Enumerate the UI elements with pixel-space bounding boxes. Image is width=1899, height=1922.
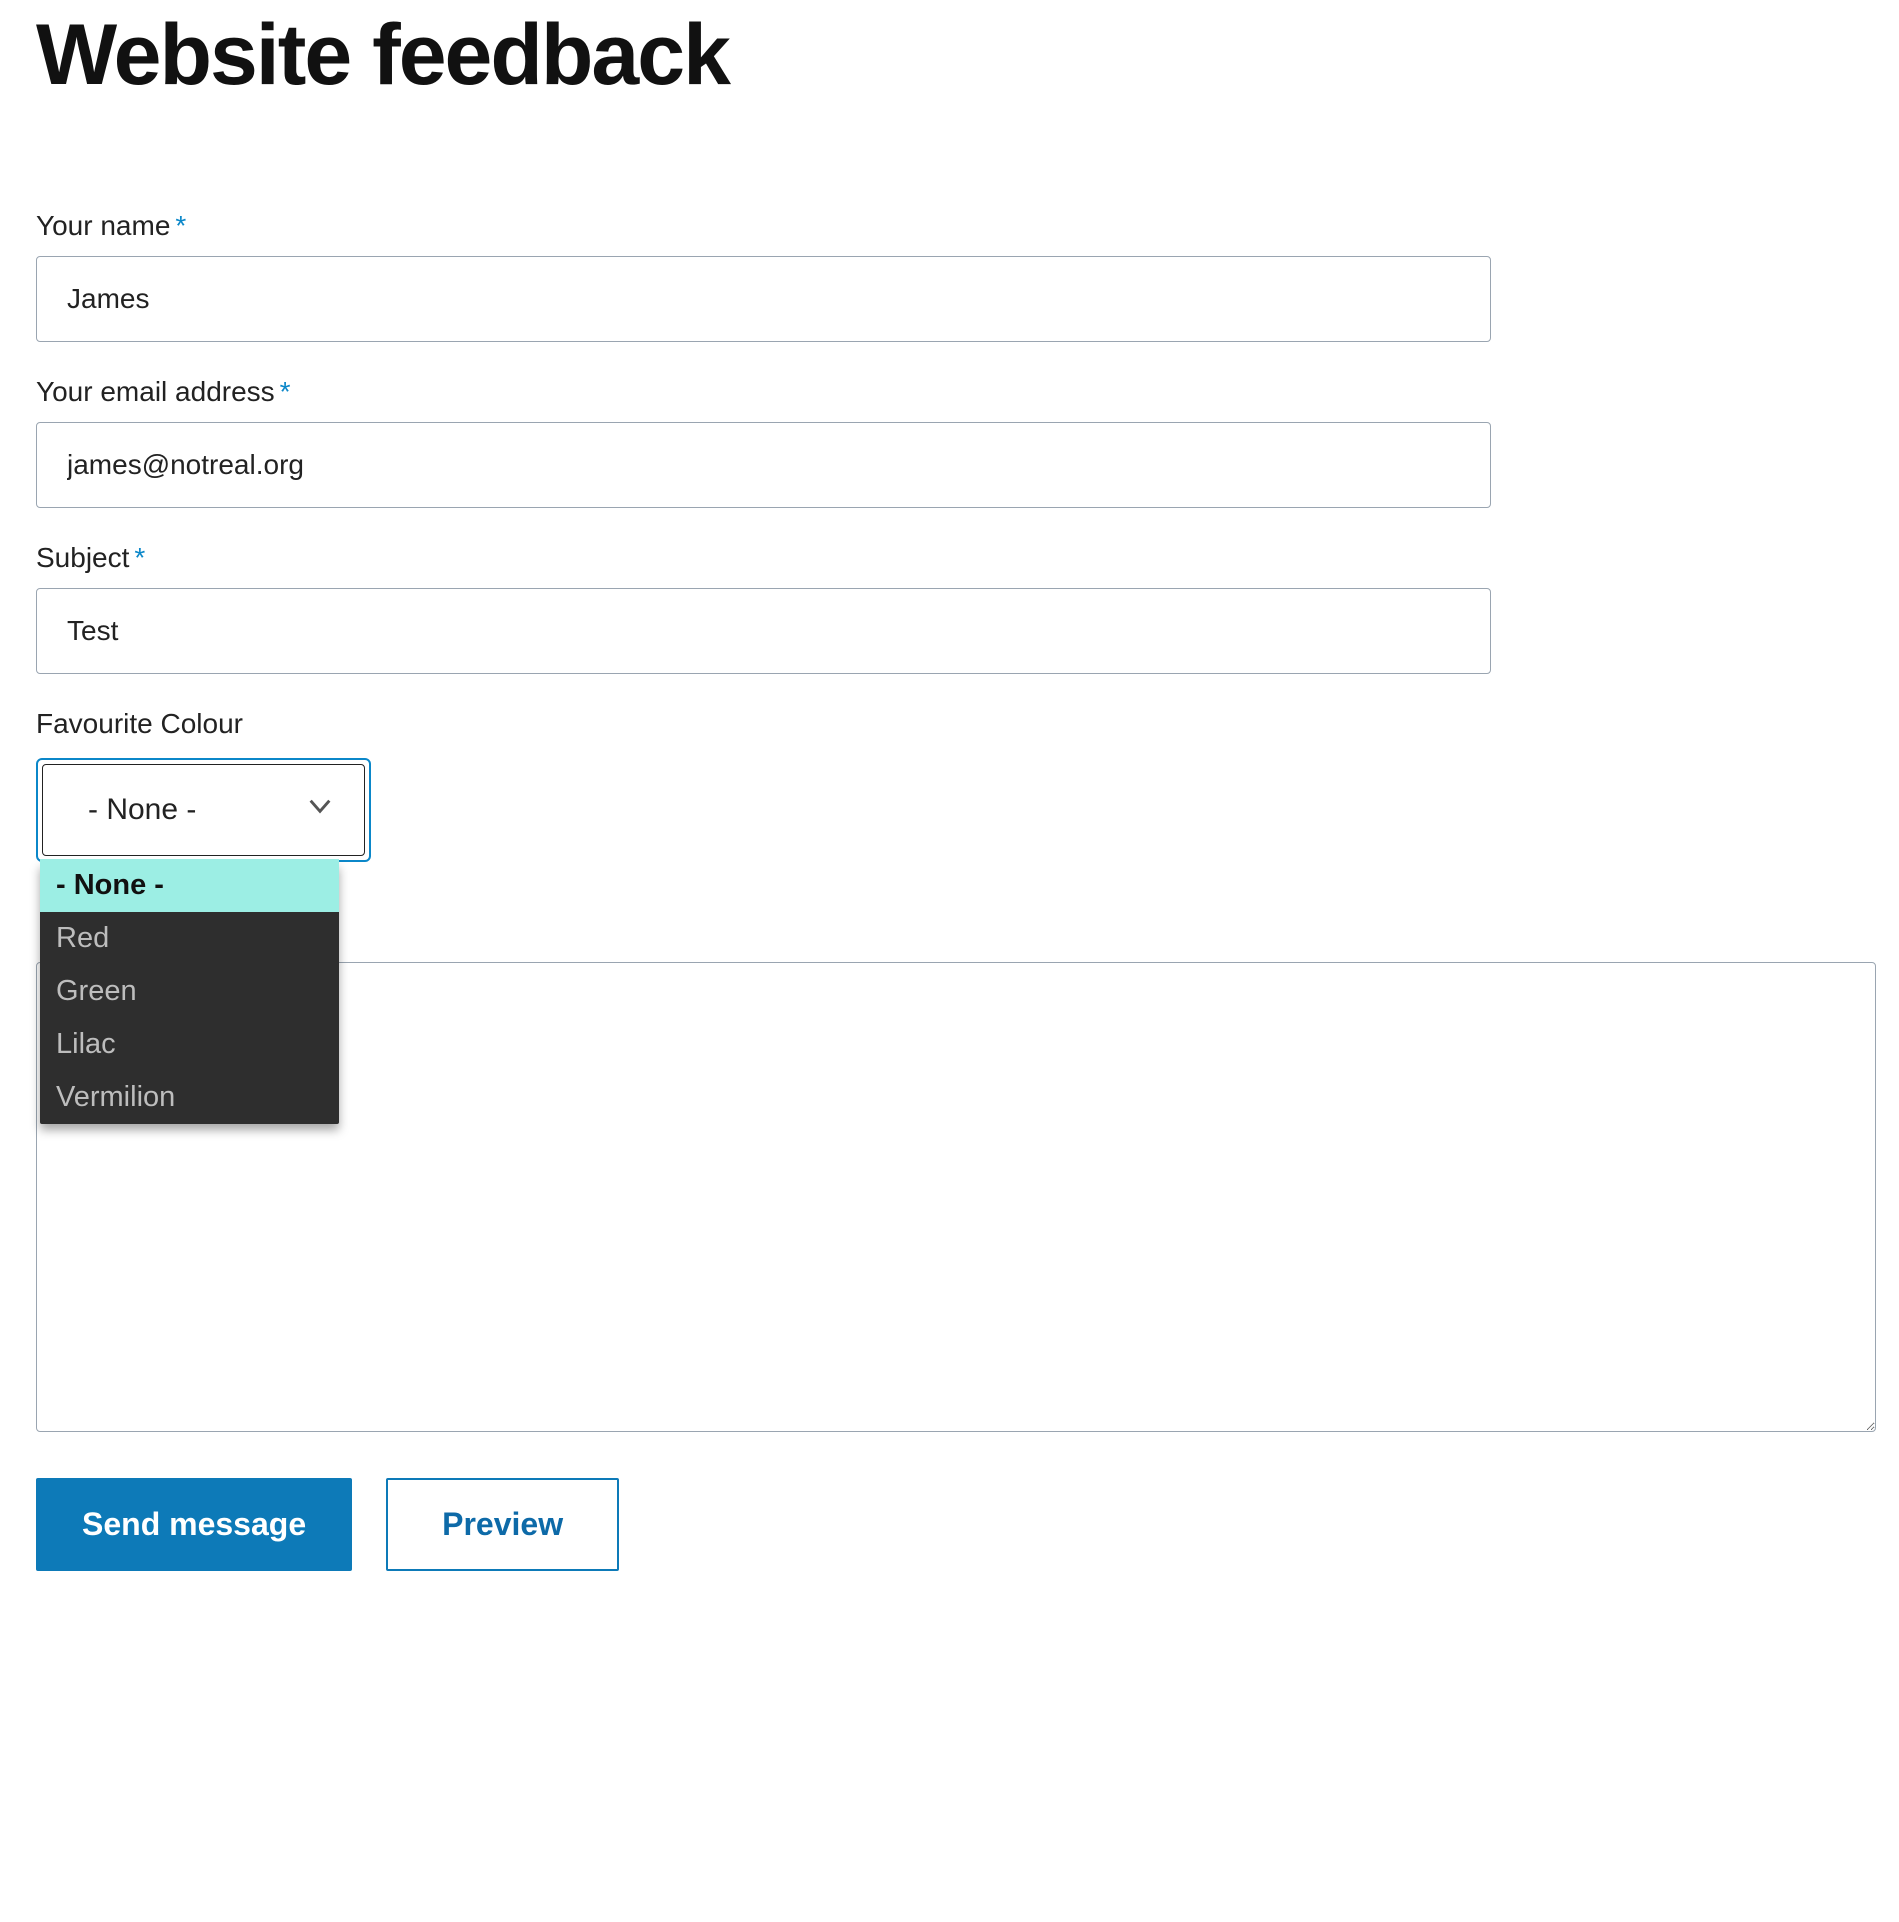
colour-select-focus-ring: - None - <box>36 758 371 862</box>
colour-option-red[interactable]: Red <box>40 912 339 965</box>
colour-label: Favourite Colour <box>36 708 1863 740</box>
colour-select[interactable]: - None - - None - Red Green Lilac Vermil… <box>36 758 371 862</box>
required-asterisk: * <box>134 542 145 573</box>
colour-option-vermilion[interactable]: Vermilion <box>40 1071 339 1124</box>
subject-input[interactable] <box>36 588 1491 674</box>
name-label: Your name* <box>36 210 1863 242</box>
feedback-page: Website feedback Your name* Your email a… <box>0 0 1899 1611</box>
form-actions: Send message Preview <box>36 1478 1863 1571</box>
email-label: Your email address* <box>36 376 1863 408</box>
preview-button[interactable]: Preview <box>386 1478 619 1571</box>
name-field-group: Your name* <box>36 210 1863 342</box>
email-label-text: Your email address <box>36 376 275 407</box>
subject-field-group: Subject* <box>36 542 1863 674</box>
colour-option-none[interactable]: - None - <box>40 859 339 912</box>
colour-field-group: Favourite Colour - None - - None - Red G… <box>36 708 1863 862</box>
name-label-text: Your name <box>36 210 170 241</box>
feedback-form: Your name* Your email address* Subject* … <box>36 210 1863 1571</box>
chevron-down-icon <box>304 790 336 830</box>
colour-select-button[interactable]: - None - <box>42 764 365 856</box>
send-message-button[interactable]: Send message <box>36 1478 352 1571</box>
colour-option-lilac[interactable]: Lilac <box>40 1018 339 1071</box>
required-asterisk: * <box>175 210 186 241</box>
colour-option-green[interactable]: Green <box>40 965 339 1018</box>
colour-dropdown: - None - Red Green Lilac Vermilion <box>40 862 339 1124</box>
subject-label-text: Subject <box>36 542 129 573</box>
email-field-group: Your email address* <box>36 376 1863 508</box>
required-asterisk: * <box>280 376 291 407</box>
name-input[interactable] <box>36 256 1491 342</box>
colour-select-value: - None - <box>88 793 196 827</box>
subject-label: Subject* <box>36 542 1863 574</box>
colour-label-text: Favourite Colour <box>36 708 243 739</box>
page-title: Website feedback <box>36 10 1863 100</box>
email-input[interactable] <box>36 422 1491 508</box>
